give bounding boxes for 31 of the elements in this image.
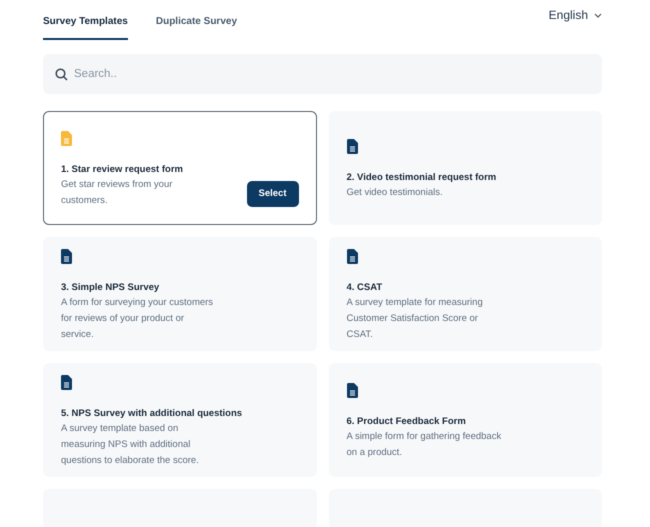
document-icon — [61, 131, 72, 146]
template-title: 6. Product Feedback Form — [346, 414, 467, 429]
template-description: Get star reviews from your customers. — [61, 178, 174, 208]
tab[interactable]: Survey Templates — [43, 6, 128, 40]
search-field[interactable]: Search.. — [43, 54, 602, 94]
template-title: 2. Video testimonial request form — [346, 170, 496, 185]
tab[interactable]: Duplicate Survey — [156, 6, 238, 40]
template-description: A survey template based on measuring NPS with additional questions to elaborate the score. — [61, 422, 200, 468]
template-card[interactable]: 4. CSAT A survey template for measuring Customer Satisfaction Score or CSAT. — [328, 237, 602, 351]
template-title: 4. CSAT — [346, 280, 384, 295]
search-icon — [55, 68, 68, 81]
document-icon — [346, 249, 358, 264]
template-card[interactable]: 2. Video testimonial request form Get video testimonials. — [328, 111, 602, 225]
template-card[interactable]: 1. Star review request form Get star reviews from your customers. Select — [43, 111, 316, 225]
language-dropdown[interactable]: English — [548, 6, 602, 24]
document-icon — [61, 375, 72, 390]
select-button[interactable]: Select — [246, 180, 298, 207]
template-title: 3. Simple NPS Survey — [61, 280, 160, 295]
document-icon — [346, 139, 358, 154]
template-card[interactable]: 6. Product Feedback Form A simple form for gathering feedback on a product. — [328, 363, 602, 477]
template-title: 5. NPS Survey with additional questions — [61, 406, 242, 421]
template-title: 1. Star review request form — [61, 162, 184, 177]
document-icon — [61, 249, 72, 264]
template-card[interactable]: 5. NPS Survey with additional questions A survey template based on measuring NPS with additional questions to elaborate the score. — [43, 363, 316, 477]
template-description: Get video testimonials. — [346, 186, 444, 200]
template-card[interactable]: 3. Simple NPS Survey A form for surveying your customers for reviews of your product or service. — [43, 237, 316, 351]
template-description: A simple form for gathering feedback on a product. — [346, 430, 502, 460]
template-description: A survey template for measuring Customer Satisfaction Score or CSAT. — [346, 296, 484, 342]
template-description: A form for surveying your customers for reviews of your product or service. — [61, 296, 214, 342]
chevron-down-icon — [594, 12, 602, 18]
document-icon — [346, 383, 358, 398]
